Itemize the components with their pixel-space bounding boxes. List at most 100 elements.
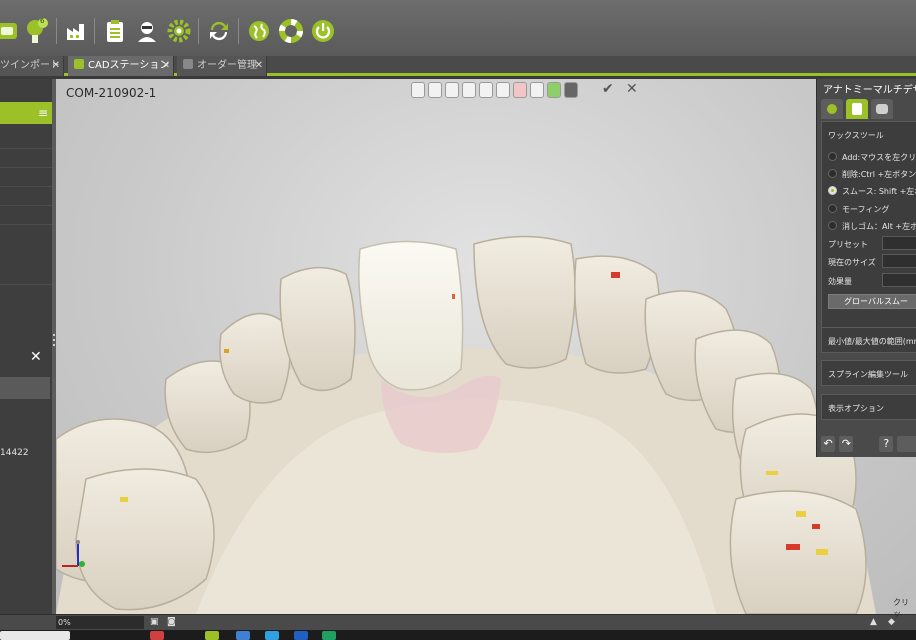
list-item[interactable] — [0, 267, 52, 285]
tooth-view-button[interactable] — [496, 82, 510, 98]
tooth-view-button[interactable] — [462, 82, 476, 98]
list-view-button[interactable] — [564, 82, 578, 98]
toolbar-separator — [198, 18, 199, 44]
panel-title: アナトミーマルチデザ — [823, 85, 916, 96]
radio-label: スムース: Shift +左ボ — [842, 187, 916, 196]
help-icon[interactable]: ? — [879, 436, 894, 452]
undo-icon[interactable]: ↶ — [821, 436, 836, 452]
tooth-view-button[interactable] — [411, 82, 425, 98]
tab-label: オーダー管理 — [197, 60, 257, 71]
taskbar-app-icon[interactable] — [236, 631, 250, 640]
list-item[interactable] — [0, 169, 52, 187]
clipboard-icon[interactable] — [100, 16, 130, 46]
toolbar-separator — [238, 18, 239, 44]
current-size-input[interactable] — [882, 254, 916, 268]
close-icon[interactable]: ✕ — [255, 56, 263, 76]
list-item[interactable] — [0, 207, 52, 225]
dental-scan-icon[interactable] — [0, 16, 22, 46]
list-item[interactable] — [0, 131, 52, 149]
confirm-check-icon[interactable]: ✔ — [602, 81, 614, 97]
display-options-section[interactable]: 表示オプション — [821, 394, 916, 420]
redo-icon[interactable]: ↷ — [839, 436, 854, 452]
sync-icon[interactable] — [204, 16, 234, 46]
radio-label: Add:マウスを左クリック — [842, 153, 916, 162]
close-icon[interactable]: ✕ — [30, 349, 42, 365]
anatomy-design-panel: アナトミーマルチデザ ワックスツール Add:マウスを左クリック 削除:Ctrl… — [816, 79, 916, 457]
cad-tab-icon — [74, 59, 84, 69]
lifebuoy-icon[interactable] — [276, 16, 306, 46]
effect-input[interactable] — [882, 273, 916, 287]
section-title: 表示オプション — [828, 404, 884, 413]
technician-icon[interactable] — [132, 16, 162, 46]
close-icon[interactable]: ✕ — [626, 81, 638, 97]
list-item[interactable] — [0, 150, 52, 168]
toolbar-separator — [94, 18, 95, 44]
left-panel-header: ≡ — [0, 102, 52, 124]
left-side-panel: ≡ ✕ 14422 — [0, 79, 52, 614]
tooth-view-button[interactable] — [530, 82, 544, 98]
clinic-user-icon[interactable]: 6 — [22, 16, 52, 46]
axis-gizmo-icon — [62, 540, 85, 567]
radio-label: 消しゴム：Alt +左ボタ — [842, 222, 916, 231]
cad-3d-viewport[interactable]: COM-210902-1 ✔ ✕ — [56, 79, 916, 614]
toolbar-separator — [56, 18, 57, 44]
tab-settings[interactable] — [821, 99, 843, 119]
radio-morphing[interactable] — [828, 204, 837, 213]
clip-label: クリッ — [893, 598, 909, 618]
order-number: 14422 — [0, 448, 29, 458]
radio-delete[interactable] — [828, 169, 837, 178]
radio-label: 削除:Ctrl +左ボタン — [842, 170, 916, 179]
hamburger-menu-icon[interactable]: ≡ — [38, 106, 48, 120]
radio-smooth[interactable] — [828, 186, 837, 195]
taskbar-app-icon[interactable] — [294, 631, 308, 640]
tooth-view-button[interactable] — [479, 82, 493, 98]
preset-select[interactable] — [882, 236, 916, 250]
settings-gear-icon[interactable] — [164, 16, 194, 46]
close-icon[interactable]: ✕ — [162, 56, 170, 76]
navigation-icon[interactable]: ◆ — [888, 617, 898, 627]
os-taskbar — [0, 630, 916, 640]
designed-crown — [358, 240, 464, 391]
dental-arch-model[interactable] — [56, 79, 916, 614]
radio-add[interactable] — [828, 152, 837, 161]
tab-tooth[interactable] — [871, 99, 893, 119]
globe-icon[interactable] — [244, 16, 274, 46]
order-tab-icon — [183, 59, 193, 69]
taskbar-search[interactable] — [0, 631, 70, 640]
tab-cad-station[interactable]: CADステーション ✕ — [68, 56, 174, 76]
taskbar-app-icon[interactable] — [205, 631, 219, 640]
tab-order-management[interactable]: オーダー管理 ✕ — [177, 56, 267, 76]
zoom-field[interactable]: 0% — [56, 616, 144, 629]
close-icon[interactable]: ✕ — [52, 56, 60, 76]
scan-view-button[interactable] — [547, 82, 561, 98]
panel-tabs — [821, 99, 893, 119]
save-icon[interactable]: ▣ — [150, 617, 160, 627]
status-bar: 0% ▣ ◙ クリッ ▲ ◆ — [0, 598, 916, 630]
gingiva-view-button[interactable] — [513, 82, 527, 98]
tab-twinport[interactable]: ツインポート ✕ — [0, 56, 64, 76]
tab-bar: ツインポート ✕ CADステーション ✕ オーダー管理 ✕ — [0, 56, 916, 76]
global-smooth-button[interactable]: グローバルスムー — [828, 294, 916, 309]
wax-tool-group: ワックスツール Add:マウスを左クリック 削除:Ctrl +左ボタン スムース… — [821, 121, 916, 333]
apply-button[interactable] — [897, 436, 916, 452]
view-tooth-toolbar — [411, 82, 578, 100]
section-title: ワックスツール — [828, 131, 884, 140]
camera-icon[interactable]: ◙ — [167, 617, 177, 627]
case-id-label: COM-210902-1 — [66, 86, 157, 100]
tab-wax[interactable] — [846, 99, 868, 119]
notification-badge: 6 — [40, 17, 45, 25]
taskbar-app-icon[interactable] — [265, 631, 279, 640]
power-icon[interactable] — [308, 16, 338, 46]
tooth-view-button[interactable] — [428, 82, 442, 98]
section-title: スプライン編集ツール — [828, 370, 908, 379]
left-panel-section-bar — [0, 377, 50, 399]
tooth-view-button[interactable] — [445, 82, 459, 98]
taskbar-app-icon[interactable] — [150, 631, 164, 640]
taskbar-app-icon[interactable] — [322, 631, 336, 640]
minmax-range-section[interactable]: 最小値/最大値の範囲(mm) — [821, 327, 916, 353]
radio-eraser[interactable] — [828, 221, 837, 230]
spline-edit-section[interactable]: スプライン編集ツール — [821, 360, 916, 386]
alert-icon[interactable]: ▲ — [870, 617, 880, 627]
list-item[interactable] — [0, 188, 52, 206]
factory-icon[interactable] — [62, 16, 92, 46]
